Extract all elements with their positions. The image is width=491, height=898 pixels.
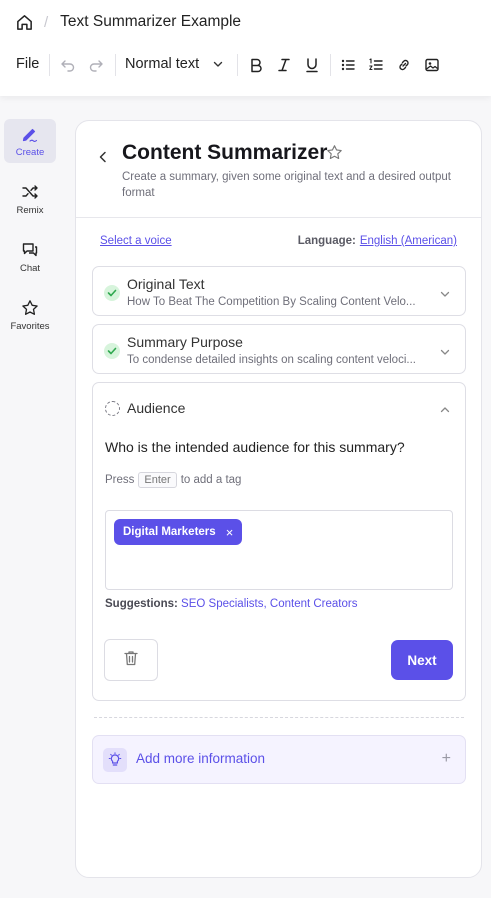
card-subtitle: How To Beat The Competition By Scaling C…: [127, 296, 416, 308]
back-chevron-icon[interactable]: [96, 150, 110, 164]
suggestion-content-creators[interactable]: Content Creators: [270, 598, 358, 610]
next-button[interactable]: Next: [391, 640, 453, 680]
star-icon: [20, 298, 40, 318]
language-link[interactable]: English (American): [360, 235, 457, 247]
document-title: Text Summarizer Example: [60, 13, 242, 30]
bold-icon[interactable]: [245, 54, 267, 76]
underline-icon[interactable]: [301, 54, 323, 76]
sidebar-item-favorites[interactable]: Favorites: [4, 293, 56, 337]
toolbar-divider: [237, 54, 238, 76]
check-icon: [104, 343, 120, 359]
pen-icon: [20, 124, 40, 144]
sidebar-item-label: Chat: [19, 263, 41, 274]
chevron-down-icon[interactable]: [439, 345, 451, 357]
language-setting: Language: English (American): [298, 235, 457, 247]
divider: [76, 217, 481, 218]
italic-icon[interactable]: [273, 54, 295, 76]
remove-tag-icon[interactable]: ×: [226, 525, 234, 540]
card-title: Original Text: [127, 276, 205, 292]
breadcrumb-separator: /: [44, 13, 49, 31]
add-info-label: Add more information: [136, 751, 266, 766]
tag-hint: Press Enter to add a tag: [105, 472, 241, 488]
sidebar: Create Remix Chat Favorites: [0, 96, 60, 898]
language-label: Language:: [297, 235, 356, 247]
card-title: Summary Purpose: [127, 334, 243, 350]
chevron-down-icon[interactable]: [212, 57, 226, 71]
lightbulb-icon: [103, 748, 127, 772]
delete-button[interactable]: [104, 639, 158, 681]
add-more-information-button[interactable]: Add more information +: [92, 735, 466, 784]
numbered-list-icon[interactable]: [365, 54, 387, 76]
sidebar-item-create[interactable]: Create: [4, 119, 56, 163]
page-description: Create a summary, given some original te…: [122, 171, 451, 199]
suggestion-seo-specialists[interactable]: SEO Specialists,: [181, 598, 267, 610]
bullet-list-icon[interactable]: [337, 54, 359, 76]
chevron-up-icon[interactable]: [439, 403, 451, 415]
sidebar-item-label: Remix: [16, 205, 44, 216]
link-icon[interactable]: [393, 54, 415, 76]
image-icon[interactable]: [421, 54, 443, 76]
card-title: Audience: [127, 400, 186, 416]
card-subtitle: To condense detailed insights on scaling…: [127, 354, 416, 366]
suggestions-label: Suggestions:: [105, 598, 178, 610]
incomplete-status-icon: [105, 401, 120, 416]
editor-toolbar: File Normal text: [0, 50, 491, 80]
sidebar-item-label: Favorites: [10, 321, 50, 332]
text-style-select[interactable]: Normal text: [125, 56, 199, 72]
plus-icon: +: [441, 750, 451, 767]
chevron-down-icon[interactable]: [439, 287, 451, 299]
breadcrumb: / Text Summarizer Example: [14, 10, 241, 34]
sidebar-item-remix[interactable]: Remix: [4, 177, 56, 221]
favorite-star-icon[interactable]: [326, 144, 344, 162]
enter-key: Enter: [138, 472, 177, 488]
sidebar-item-chat[interactable]: Chat: [4, 235, 56, 279]
app-header: / Text Summarizer Example File Normal te…: [0, 0, 491, 96]
audience-tag: Digital Marketers ×: [114, 519, 243, 545]
hint-prefix: Press: [105, 474, 135, 486]
toolbar-divider: [330, 54, 331, 76]
audience-question: Who is the intended audience for this su…: [105, 439, 405, 455]
redo-icon[interactable]: [85, 54, 107, 76]
page-title: Content Summarizer: [122, 141, 328, 164]
suggestions: Suggestions: SEO Specialists, Content Cr…: [105, 598, 357, 610]
sidebar-item-label: Create: [15, 147, 45, 158]
summary-purpose-card[interactable]: Summary Purpose To condense detailed ins…: [92, 324, 466, 374]
dashed-divider: [94, 717, 464, 718]
toolbar-divider: [115, 54, 116, 76]
toolbar-divider: [49, 54, 50, 76]
home-icon[interactable]: [14, 12, 34, 32]
check-icon: [104, 285, 120, 301]
audience-card: Audience Who is the intended audience fo…: [92, 382, 466, 701]
hint-suffix: to add a tag: [180, 474, 242, 486]
original-text-card[interactable]: Original Text How To Beat The Competitio…: [92, 266, 466, 316]
tag-input[interactable]: Digital Marketers ×: [105, 510, 453, 590]
file-menu[interactable]: File: [16, 56, 39, 72]
undo-icon[interactable]: [57, 54, 79, 76]
content-summarizer-panel: Content Summarizer Create a summary, giv…: [75, 120, 482, 878]
select-voice-link[interactable]: Select a voice: [100, 235, 172, 247]
trash-icon: [122, 649, 140, 672]
chat-icon: [20, 240, 40, 260]
shuffle-icon: [20, 182, 40, 202]
tag-label: Digital Marketers: [123, 526, 216, 538]
